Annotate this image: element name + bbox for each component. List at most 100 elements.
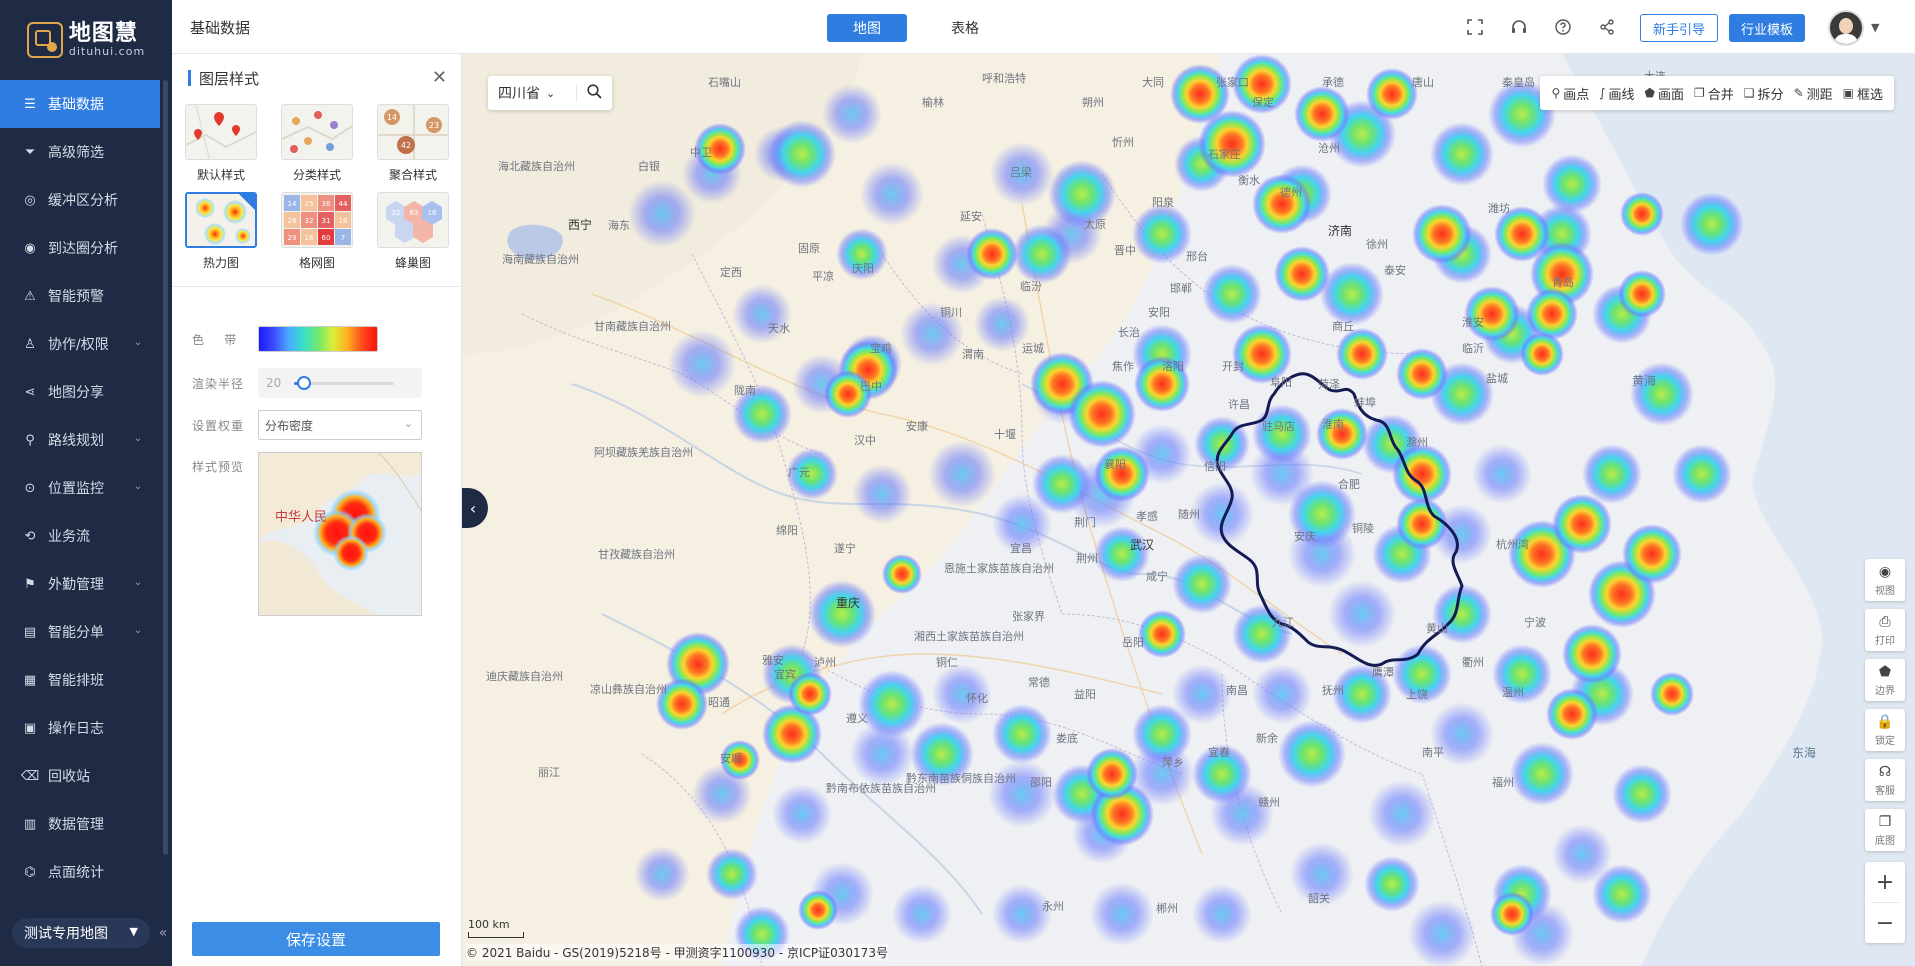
tool-label: 测距 <box>1806 87 1833 103</box>
trash-icon: ⌫ <box>20 768 40 784</box>
default-style-thumbnail <box>185 104 257 160</box>
tool-ruler[interactable]: ✎ 测距 <box>1789 84 1838 103</box>
alert-icon: ⚠ <box>24 288 36 304</box>
map-place-label: 咸宁 <box>1146 570 1168 583</box>
map-place-label: 荆门 <box>1074 516 1096 529</box>
tool-select-box[interactable]: ▣ 框选 <box>1838 84 1888 103</box>
sidebar-item[interactable]: ▦ 智能排班 <box>0 656 160 704</box>
svg-text:22: 22 <box>392 209 401 217</box>
sidebar-item[interactable]: ⊙ 位置监控 ⌄ <box>0 464 160 512</box>
sidebar-item[interactable]: ◎ 缓冲区分析 <box>0 176 160 224</box>
guide-button[interactable]: 新手引导 <box>1640 14 1719 42</box>
map-place-label: 铜陵 <box>1352 522 1374 535</box>
map-place-label: 十堰 <box>994 428 1016 441</box>
map-tool-headset[interactable]: ☊ 客服 <box>1865 759 1905 801</box>
zoom-out-button[interactable]: − <box>1865 903 1905 943</box>
sidebar-item-label: 基础数据 <box>48 97 104 113</box>
sidebar-item[interactable]: ☰ 基础数据 <box>0 80 160 128</box>
map-place-label: 南昌 <box>1226 684 1248 697</box>
tab-map[interactable]: 地图 <box>827 14 907 42</box>
tab-table[interactable]: 表格 <box>925 14 1005 42</box>
sidebar-item[interactable]: ◉ 到达圈分析 <box>0 224 160 272</box>
map-place-label: 大同 <box>1142 76 1164 89</box>
sidebar-item[interactable]: ▤ 智能分单 ⌄ <box>0 608 160 656</box>
style-heatmap[interactable]: 热力图 <box>184 192 258 272</box>
scale-bar: 100 km <box>468 918 524 938</box>
map-tool-eye[interactable]: ◉ 视图 <box>1865 559 1905 601</box>
sidebar-item[interactable]: ⚠ 智能预警 <box>0 272 160 320</box>
map-tool-label: 边界 <box>1875 685 1895 697</box>
map-place-label: 陇南 <box>734 384 756 397</box>
slider-handle[interactable] <box>297 376 311 390</box>
map-tool-layers[interactable]: ❐ 底图 <box>1865 809 1905 851</box>
sidebar-item[interactable]: ⌫ 回收站 <box>0 752 160 800</box>
fullscreen-icon[interactable] <box>1464 16 1486 38</box>
map-tool-print[interactable]: ⎙ 打印 <box>1865 609 1905 651</box>
sidebar-menu: ☰ 基础数据 ⏷ 高级筛选 ◎ 缓冲区分析 ◉ 到达圈分析 ⚠ 智能预警 ♙ 协作/权限 ⌄ ⋖ 地图分享 ⚲… <box>0 80 160 896</box>
style-default[interactable]: 默认样式 <box>184 104 258 184</box>
map-place-label: 安庆 <box>1294 530 1316 543</box>
map-place-label: 南平 <box>1422 746 1444 759</box>
avatar[interactable] <box>1828 10 1864 46</box>
share-icon[interactable] <box>1596 16 1618 38</box>
headset-icon[interactable] <box>1508 16 1530 38</box>
color-band-picker[interactable] <box>258 326 378 352</box>
print-icon: ⎙ <box>1879 613 1891 630</box>
template-button[interactable]: 行业模板 <box>1729 14 1806 42</box>
map-selector[interactable]: 测试专用地图 ▼ <box>12 918 150 948</box>
sidebar-item[interactable]: ⚲ 路线规划 ⌄ <box>0 416 160 464</box>
line-icon: ∫ <box>1599 86 1606 100</box>
region-search[interactable]: 四川省 ⌄ <box>488 76 612 110</box>
sidebar-item[interactable]: ▣ 操作日志 <box>0 704 160 752</box>
svg-text:32: 32 <box>305 217 314 225</box>
map-tool-lock[interactable]: 🔒 锁定 <box>1865 709 1905 751</box>
map-place-label: 石家庄 <box>1208 148 1241 161</box>
tool-line[interactable]: ∫ 画线 <box>1594 84 1639 103</box>
help-icon[interactable] <box>1552 16 1574 38</box>
radius-slider[interactable]: 20 <box>258 368 422 398</box>
svg-text:16: 16 <box>428 209 437 217</box>
style-honeycomb[interactable]: 22 63 16 蜂巢图 <box>376 192 450 272</box>
sidebar-item[interactable]: ⏷ 高级筛选 <box>0 128 160 176</box>
logo[interactable]: 地图慧 dituhui.com <box>0 0 172 80</box>
tool-split[interactable]: ❏ 拆分 <box>1739 84 1789 103</box>
tool-merge[interactable]: ❐ 合并 <box>1689 84 1739 103</box>
style-category[interactable]: 分类样式 <box>280 104 354 184</box>
map-place-label: 上饶 <box>1406 688 1428 701</box>
close-icon[interactable]: ✕ <box>432 67 447 88</box>
sidebar-scrollbar[interactable] <box>163 80 168 855</box>
region-select-value[interactable]: 四川省 <box>498 83 540 103</box>
map-place-label: 海南藏族自治州 <box>502 253 579 266</box>
map-place-label: 庆阳 <box>852 262 874 275</box>
map-tool-boundary[interactable]: ⬟ 边界 <box>1865 659 1905 701</box>
tool-label: 框选 <box>1856 87 1883 103</box>
tool-polygon[interactable]: ⬟ 画面 <box>1640 84 1689 103</box>
map-place-label: 铜川 <box>940 306 962 319</box>
map-place-label: 盐城 <box>1486 372 1508 385</box>
save-settings-button[interactable]: 保存设置 <box>192 922 440 956</box>
tool-pin[interactable]: ⚲ 画点 <box>1546 84 1594 103</box>
style-label: 聚合样式 <box>388 168 437 182</box>
zoom-in-button[interactable]: + <box>1865 862 1905 902</box>
map-canvas[interactable]: 西宁 海东 海北藏族自治州 海南藏族自治州 甘南藏族自治州 天水 陇南 阿坝藏族羌族自治州 甘孜… <box>462 54 1915 966</box>
chevron-down-icon[interactable]: ⌄ <box>546 87 555 100</box>
sidebar-item[interactable]: ▥ 数据管理 <box>0 800 160 848</box>
svg-text:16: 16 <box>339 217 348 225</box>
weight-row: 设置权重 分布密度 ⌄ <box>192 410 422 440</box>
map-place-label: 滁州 <box>1406 436 1428 449</box>
style-grid[interactable]: 14 25 36 44 28 32 31 16 29 18 60 7 格网图 <box>280 192 354 272</box>
weight-select[interactable]: 分布密度 ⌄ <box>258 410 422 440</box>
tool-label: 拆分 <box>1757 87 1784 103</box>
collapse-sidebar-icon[interactable]: « <box>154 920 172 946</box>
sidebar-item[interactable]: ⌬ 点面统计 <box>0 848 160 896</box>
sidebar-item[interactable]: ⟲ 业务流 <box>0 512 160 560</box>
map-place-label: 呼和浩特 <box>982 72 1026 85</box>
map-place-label: 广元 <box>788 466 810 479</box>
sidebar-item[interactable]: ⋖ 地图分享 <box>0 368 160 416</box>
sidebar-item[interactable]: ⚑ 外勤管理 ⌄ <box>0 560 160 608</box>
sidebar-item[interactable]: ♙ 协作/权限 ⌄ <box>0 320 160 368</box>
caret-down-icon[interactable]: ▼ <box>1871 21 1879 34</box>
map-place-label: 杭州湾 <box>1496 538 1529 551</box>
search-icon[interactable] <box>587 84 602 103</box>
style-cluster[interactable]: 14 23 42 聚合样式 <box>376 104 450 184</box>
